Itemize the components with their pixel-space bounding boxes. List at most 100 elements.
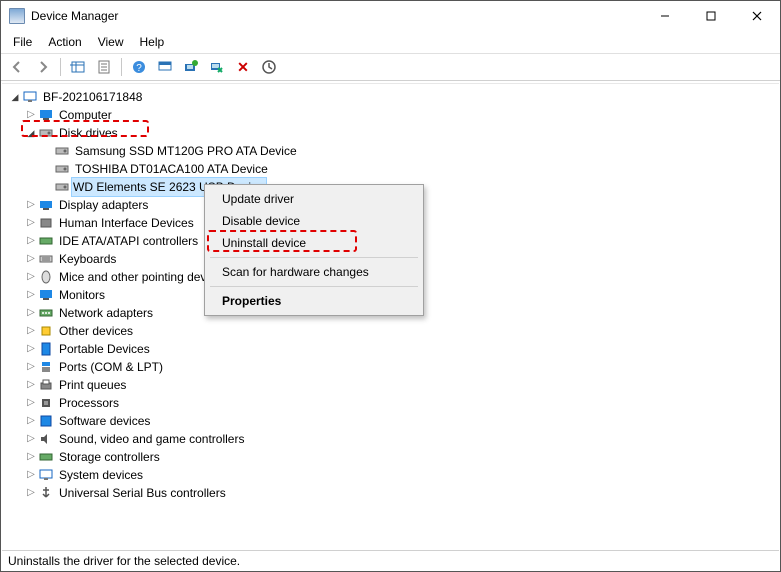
minimize-button[interactable] — [642, 1, 688, 31]
disk-drive-icon — [54, 162, 70, 176]
tree-category-computer[interactable]: Computer — [8, 106, 775, 124]
tree-device-samsung[interactable]: Samsung SSD MT120G PRO ATA Device — [8, 142, 775, 160]
tree-label: Print queues — [58, 376, 126, 394]
tree-label: Display adapters — [58, 196, 148, 214]
update-driver-button[interactable] — [179, 56, 203, 78]
keyboard-icon — [38, 252, 54, 266]
uninstall-pc-button[interactable] — [205, 56, 229, 78]
expander-icon[interactable] — [24, 268, 38, 286]
tree-root-label: BF-202106171848 — [42, 88, 142, 106]
expander-icon[interactable] — [24, 430, 38, 448]
monitor-icon — [38, 108, 54, 122]
tree-label: Storage controllers — [58, 448, 160, 466]
context-menu: Update driver Disable device Uninstall d… — [204, 184, 424, 316]
tree-label: Samsung SSD MT120G PRO ATA Device — [74, 142, 297, 160]
expander-icon[interactable] — [24, 358, 38, 376]
expander-icon[interactable] — [24, 286, 38, 304]
tree-label: IDE ATA/ATAPI controllers — [58, 232, 198, 250]
expander-icon[interactable] — [24, 322, 38, 340]
ports-icon — [38, 360, 54, 374]
expander-icon[interactable] — [24, 412, 38, 430]
forward-button[interactable] — [31, 56, 55, 78]
mouse-icon — [38, 270, 54, 284]
expander-icon[interactable] — [24, 394, 38, 412]
expander-icon[interactable] — [24, 340, 38, 358]
tree-label: Disk drives — [58, 124, 118, 142]
properties-button[interactable] — [92, 56, 116, 78]
expander-icon[interactable] — [24, 250, 38, 268]
expander-icon[interactable] — [24, 214, 38, 232]
menu-file[interactable]: File — [7, 33, 38, 51]
close-button[interactable] — [734, 1, 780, 31]
tree-label: Ports (COM & LPT) — [58, 358, 163, 376]
tree-category[interactable]: Print queues — [8, 376, 775, 394]
expander-icon[interactable] — [24, 232, 38, 250]
tree-label: Network adapters — [58, 304, 153, 322]
tree-category[interactable]: Portable Devices — [8, 340, 775, 358]
tree-label: Processors — [58, 394, 119, 412]
title-bar: Device Manager — [1, 1, 780, 31]
tree-root[interactable]: BF-202106171848 — [8, 88, 775, 106]
toolbar: ? ✕ — [1, 53, 780, 81]
tree-category[interactable]: System devices — [8, 466, 775, 484]
expander-icon[interactable] — [24, 196, 38, 214]
disk-drive-icon — [54, 180, 70, 194]
tree-label: Keyboards — [58, 250, 116, 268]
show-hidden-button[interactable] — [66, 56, 90, 78]
tree-category[interactable]: Software devices — [8, 412, 775, 430]
tree-category[interactable]: Processors — [8, 394, 775, 412]
expander-icon[interactable] — [24, 106, 38, 124]
expander-icon[interactable] — [24, 448, 38, 466]
expander-icon[interactable] — [24, 466, 38, 484]
status-text: Uninstalls the driver for the selected d… — [8, 554, 240, 568]
ctx-disable-device[interactable]: Disable device — [208, 210, 420, 232]
ide-icon — [38, 234, 54, 248]
hid-icon — [38, 216, 54, 230]
device-manager-icon — [9, 8, 25, 24]
ctx-scan-hardware[interactable]: Scan for hardware changes — [208, 261, 420, 283]
help-button[interactable]: ? — [127, 56, 151, 78]
system-device-icon — [38, 468, 54, 482]
tree-category[interactable]: Universal Serial Bus controllers — [8, 484, 775, 502]
tree-label: Software devices — [58, 412, 150, 430]
tree-category-disk-drives[interactable]: Disk drives — [8, 124, 775, 142]
ctx-label: Properties — [222, 294, 281, 308]
tree-category[interactable]: Ports (COM & LPT) — [8, 358, 775, 376]
menu-action[interactable]: Action — [42, 33, 87, 51]
tree-label: Human Interface Devices — [58, 214, 194, 232]
ctx-update-driver[interactable]: Update driver — [208, 188, 420, 210]
device-tree-panel: BF-202106171848 Computer Disk drives Sam… — [2, 83, 779, 549]
expander-icon[interactable] — [24, 484, 38, 502]
storage-controller-icon — [38, 450, 54, 464]
ctx-uninstall-device[interactable]: Uninstall device — [208, 232, 420, 254]
tree-category[interactable]: Storage controllers — [8, 448, 775, 466]
display-adapter-icon — [38, 198, 54, 212]
menu-help[interactable]: Help — [134, 33, 171, 51]
maximize-button[interactable] — [688, 1, 734, 31]
ctx-label: Scan for hardware changes — [222, 265, 369, 279]
print-queue-icon — [38, 378, 54, 392]
expander-icon[interactable] — [24, 304, 38, 322]
other-device-icon — [38, 324, 54, 338]
console-button[interactable] — [153, 56, 177, 78]
ctx-properties[interactable]: Properties — [208, 290, 420, 312]
ctx-divider — [210, 286, 418, 287]
expander-icon[interactable] — [24, 124, 38, 143]
tree-label: TOSHIBA DT01ACA100 ATA Device — [74, 160, 268, 178]
menu-view[interactable]: View — [92, 33, 130, 51]
ctx-label: Uninstall device — [222, 236, 306, 250]
tree-label: System devices — [58, 466, 143, 484]
ctx-divider — [210, 257, 418, 258]
tree-category[interactable]: Sound, video and game controllers — [8, 430, 775, 448]
tree-category[interactable]: Other devices — [8, 322, 775, 340]
window-title: Device Manager — [31, 9, 118, 23]
tree-label: Sound, video and game controllers — [58, 430, 244, 448]
expander-icon[interactable] — [8, 88, 22, 107]
back-button[interactable] — [5, 56, 29, 78]
expander-icon[interactable] — [24, 376, 38, 394]
scan-hardware-button[interactable] — [257, 56, 281, 78]
tree-device-toshiba[interactable]: TOSHIBA DT01ACA100 ATA Device — [8, 160, 775, 178]
uninstall-x-button[interactable]: ✕ — [231, 56, 255, 78]
tree-label: Computer — [58, 106, 112, 124]
network-icon — [38, 306, 54, 320]
